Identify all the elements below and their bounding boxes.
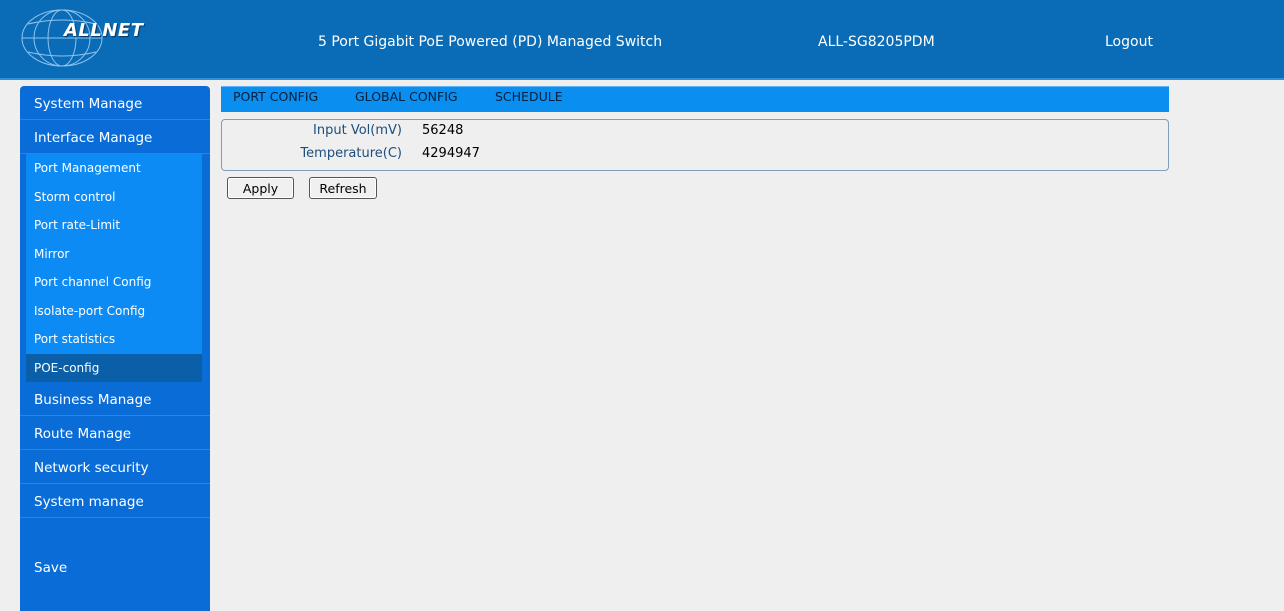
- device-model: ALL-SG8205PDM: [818, 34, 935, 50]
- input-vol-row: Input Vol(mV) 56248: [222, 123, 1168, 143]
- temperature-row: Temperature(C) 4294947: [222, 146, 1168, 166]
- device-title: 5 Port Gigabit PoE Powered (PD) Managed …: [318, 34, 663, 50]
- sidebar-item-route-manage[interactable]: Route Manage: [20, 416, 210, 450]
- interface-submenu: Port Management Storm control Port rate-…: [26, 154, 202, 382]
- sidebar-subitem-mirror[interactable]: Mirror: [26, 240, 202, 269]
- poe-status-panel: Input Vol(mV) 56248 Temperature(C) 42949…: [221, 119, 1169, 171]
- sidebar-subitem-poe-config[interactable]: POE-config: [26, 353, 202, 382]
- sidebar-subitem-port-management[interactable]: Port Management: [26, 154, 202, 183]
- refresh-button[interactable]: Refresh: [309, 177, 377, 199]
- sidebar-item-system-manage-lower[interactable]: System manage: [20, 484, 210, 518]
- allnet-logo[interactable]: ALLNET: [16, 6, 156, 70]
- header-bar: ALLNET 5 Port Gigabit PoE Powered (PD) M…: [0, 0, 1284, 80]
- sidebar-subitem-storm-control[interactable]: Storm control: [26, 183, 202, 212]
- logo-text: ALLNET: [64, 20, 144, 41]
- temperature-value: 4294947: [422, 146, 480, 161]
- sidebar-subitem-port-rate-limit[interactable]: Port rate-Limit: [26, 211, 202, 240]
- sidebar-subitem-port-channel-config[interactable]: Port channel Config: [26, 268, 202, 297]
- input-vol-label: Input Vol(mV): [313, 123, 402, 138]
- sidebar-menu: System Manage Interface Manage: [20, 86, 210, 154]
- tab-port-config[interactable]: PORT CONFIG: [233, 89, 318, 104]
- sidebar-subitem-port-statistics[interactable]: Port statistics: [26, 325, 202, 354]
- apply-button[interactable]: Apply: [227, 177, 294, 199]
- logout-link[interactable]: Logout: [1105, 34, 1153, 50]
- tab-global-config[interactable]: GLOBAL CONFIG: [355, 89, 458, 104]
- sidebar-item-network-security[interactable]: Network security: [20, 450, 210, 484]
- tab-schedule[interactable]: SCHEDULE: [495, 89, 563, 104]
- input-vol-value: 56248: [422, 123, 464, 138]
- save-link[interactable]: Save: [34, 560, 67, 576]
- temperature-label: Temperature(C): [300, 146, 402, 161]
- sidebar-item-interface-manage[interactable]: Interface Manage: [20, 120, 210, 154]
- sidebar-item-business-manage[interactable]: Business Manage: [20, 382, 210, 416]
- sidebar-menu-lower: Business Manage Route Manage Network sec…: [20, 382, 210, 518]
- config-tabbar: PORT CONFIG GLOBAL CONFIG SCHEDULE: [221, 86, 1169, 112]
- sidebar-subitem-isolate-port-config[interactable]: Isolate-port Config: [26, 297, 202, 326]
- sidebar: System Manage Interface Manage Port Mana…: [20, 86, 210, 611]
- sidebar-item-system-manage[interactable]: System Manage: [20, 86, 210, 120]
